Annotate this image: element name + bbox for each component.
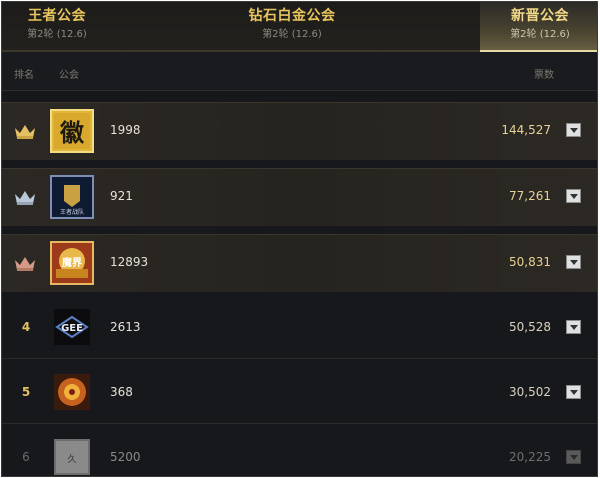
rank-number: 4 — [21, 320, 31, 334]
vote-count: 77,261 — [509, 189, 551, 203]
header-rank: 排名 — [14, 70, 34, 81]
expand-dropdown-button[interactable] — [566, 255, 581, 269]
guild-logo-text: 久 — [67, 453, 76, 465]
table-row: 4 GEE 2613 50,528 — [2, 298, 597, 356]
expand-dropdown-button[interactable] — [566, 320, 581, 334]
table-row: 王者战队 921 77,261 — [2, 168, 597, 226]
expand-dropdown-button[interactable] — [566, 450, 581, 464]
expand-dropdown-button[interactable] — [566, 123, 581, 137]
tab-round: 第2轮 (12.6) — [510, 29, 570, 40]
guild-logo: 徽 — [50, 109, 94, 153]
chevron-down-icon — [570, 128, 578, 133]
tab-label: 王者公会 — [28, 8, 86, 24]
guild-logo: 王者战队 — [50, 175, 94, 219]
guild-id: 921 — [110, 189, 133, 203]
tab-king-guild[interactable]: 王者公会 第2轮 (12.6) — [2, 2, 112, 52]
chevron-down-icon — [570, 390, 578, 395]
table-row: 魔界 12893 50,831 — [2, 234, 597, 292]
tab-round: 第2轮 (12.6) — [27, 29, 87, 40]
column-header: 排名 公会 票数 — [2, 52, 597, 92]
guild-id: 12893 — [110, 255, 149, 269]
vote-count: 50,831 — [509, 255, 551, 269]
expand-dropdown-button[interactable] — [566, 189, 581, 203]
guild-logo-text: GEE — [61, 323, 83, 334]
tab-bar: 王者公会 第2轮 (12.6) 钻石白金公会 第2轮 (12.6) 新晋公会 第… — [2, 2, 597, 52]
vote-count: 30,502 — [509, 385, 551, 399]
header-guild: 公会 — [59, 70, 79, 81]
bronze-crown-icon — [15, 257, 35, 271]
table-row: 5 368 30,502 — [2, 363, 597, 421]
guild-ranking-panel: 王者公会 第2轮 (12.6) 钻石白金公会 第2轮 (12.6) 新晋公会 第… — [1, 1, 598, 477]
header-votes: 票数 — [534, 70, 554, 81]
chevron-down-icon — [570, 325, 578, 330]
divider — [2, 358, 597, 359]
divider — [2, 423, 597, 424]
tab-new-guild[interactable]: 新晋公会 第2轮 (12.6) — [480, 2, 597, 52]
table-row: 徽 1998 144,527 — [2, 102, 597, 160]
guild-logo: 魔界 — [50, 241, 94, 285]
gold-crown-icon — [15, 125, 35, 139]
guild-id: 1998 — [110, 123, 141, 137]
expand-dropdown-button[interactable] — [566, 385, 581, 399]
tab-label: 新晋公会 — [511, 8, 569, 24]
divider — [2, 90, 597, 91]
guild-logo: 久 — [54, 439, 90, 475]
table-row: 6 久 5200 20,225 — [2, 428, 597, 476]
guild-logo-text: 魔界 — [62, 256, 82, 269]
vote-count: 144,527 — [501, 123, 551, 137]
guild-logo-text: 王者战队 — [60, 208, 84, 216]
tab-diamond-platinum-guild[interactable]: 钻石白金公会 第2轮 (12.6) — [232, 2, 352, 52]
guild-logo — [54, 374, 90, 410]
tab-label: 钻石白金公会 — [248, 8, 336, 24]
chevron-down-icon — [570, 455, 578, 460]
vote-count: 50,528 — [509, 320, 551, 334]
silver-crown-icon — [15, 191, 35, 205]
tab-round: 第2轮 (12.6) — [262, 29, 322, 40]
rank-number: 5 — [21, 385, 31, 399]
vote-count: 20,225 — [509, 450, 551, 464]
rank-number: 6 — [22, 450, 30, 464]
guild-logo: GEE — [54, 309, 90, 345]
guild-logo-text: 徽 — [59, 119, 85, 147]
guild-id: 5200 — [110, 450, 141, 464]
guild-id: 368 — [110, 385, 133, 399]
chevron-down-icon — [570, 260, 578, 265]
guild-id: 2613 — [110, 320, 141, 334]
chevron-down-icon — [570, 194, 578, 199]
